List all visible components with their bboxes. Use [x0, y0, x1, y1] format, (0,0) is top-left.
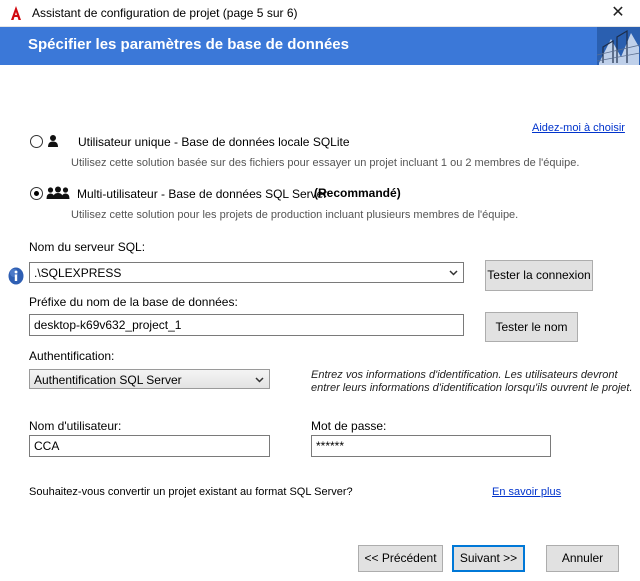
- building-illustration-icon: [597, 27, 640, 65]
- auth-label: Authentification:: [29, 349, 115, 363]
- recommended-badge: (Recommandé): [314, 186, 401, 200]
- username-input[interactable]: CCA: [29, 435, 270, 457]
- auth-select[interactable]: Authentification SQL Server: [29, 369, 270, 389]
- learn-more-link[interactable]: En savoir plus: [492, 486, 561, 498]
- single-user-description: Utilisez cette solution basée sur des fi…: [71, 157, 580, 169]
- autocad-logo-icon: [11, 6, 21, 20]
- close-icon: ✕: [611, 4, 625, 21]
- auth-value: Authentification SQL Server: [34, 373, 182, 387]
- password-label: Mot de passe:: [311, 419, 387, 433]
- back-button[interactable]: << Précédent: [358, 545, 443, 572]
- username-label: Nom d'utilisateur:: [29, 419, 122, 433]
- sql-server-select[interactable]: .\SQLEXPRESS: [29, 262, 464, 283]
- chevron-down-icon: [449, 270, 458, 276]
- single-user-icon: [48, 135, 58, 147]
- close-button[interactable]: ✕: [596, 0, 640, 26]
- db-prefix-input[interactable]: desktop-k69v632_project_1: [29, 314, 464, 336]
- sql-server-value: .\SQLEXPRESS: [34, 266, 122, 280]
- db-prefix-label: Préfixe du nom de la base de données:: [29, 295, 238, 309]
- password-input[interactable]: ******: [311, 435, 551, 457]
- next-button[interactable]: Suivant >>: [452, 545, 525, 572]
- auth-note-line2: entrer leurs informations d'identificati…: [311, 382, 633, 394]
- chevron-down-icon: [255, 377, 264, 383]
- single-user-label[interactable]: Utilisateur unique - Base de données loc…: [78, 135, 350, 149]
- single-user-radio[interactable]: [30, 135, 43, 148]
- help-me-choose-link[interactable]: Aidez-moi à choisir: [532, 122, 625, 134]
- window-title: Assistant de configuration de projet (pa…: [32, 6, 298, 20]
- cancel-button[interactable]: Annuler: [546, 545, 619, 572]
- page-title: Spécifier les paramètres de base de donn…: [28, 36, 349, 53]
- multi-user-icon: [46, 186, 70, 199]
- test-connection-button[interactable]: Tester la connexion: [485, 260, 593, 291]
- test-name-button[interactable]: Tester le nom: [485, 312, 578, 342]
- multi-user-radio[interactable]: [30, 187, 43, 200]
- multi-user-label[interactable]: Multi-utilisateur - Base de données SQL …: [77, 187, 327, 201]
- convert-question: Souhaitez-vous convertir un projet exist…: [29, 486, 353, 498]
- multi-user-description: Utilisez cette solution pour les projets…: [71, 209, 519, 221]
- sql-server-label: Nom du serveur SQL:: [29, 240, 146, 254]
- info-icon: [8, 267, 24, 285]
- auth-note-line1: Entrez vos informations d'identification…: [311, 369, 618, 381]
